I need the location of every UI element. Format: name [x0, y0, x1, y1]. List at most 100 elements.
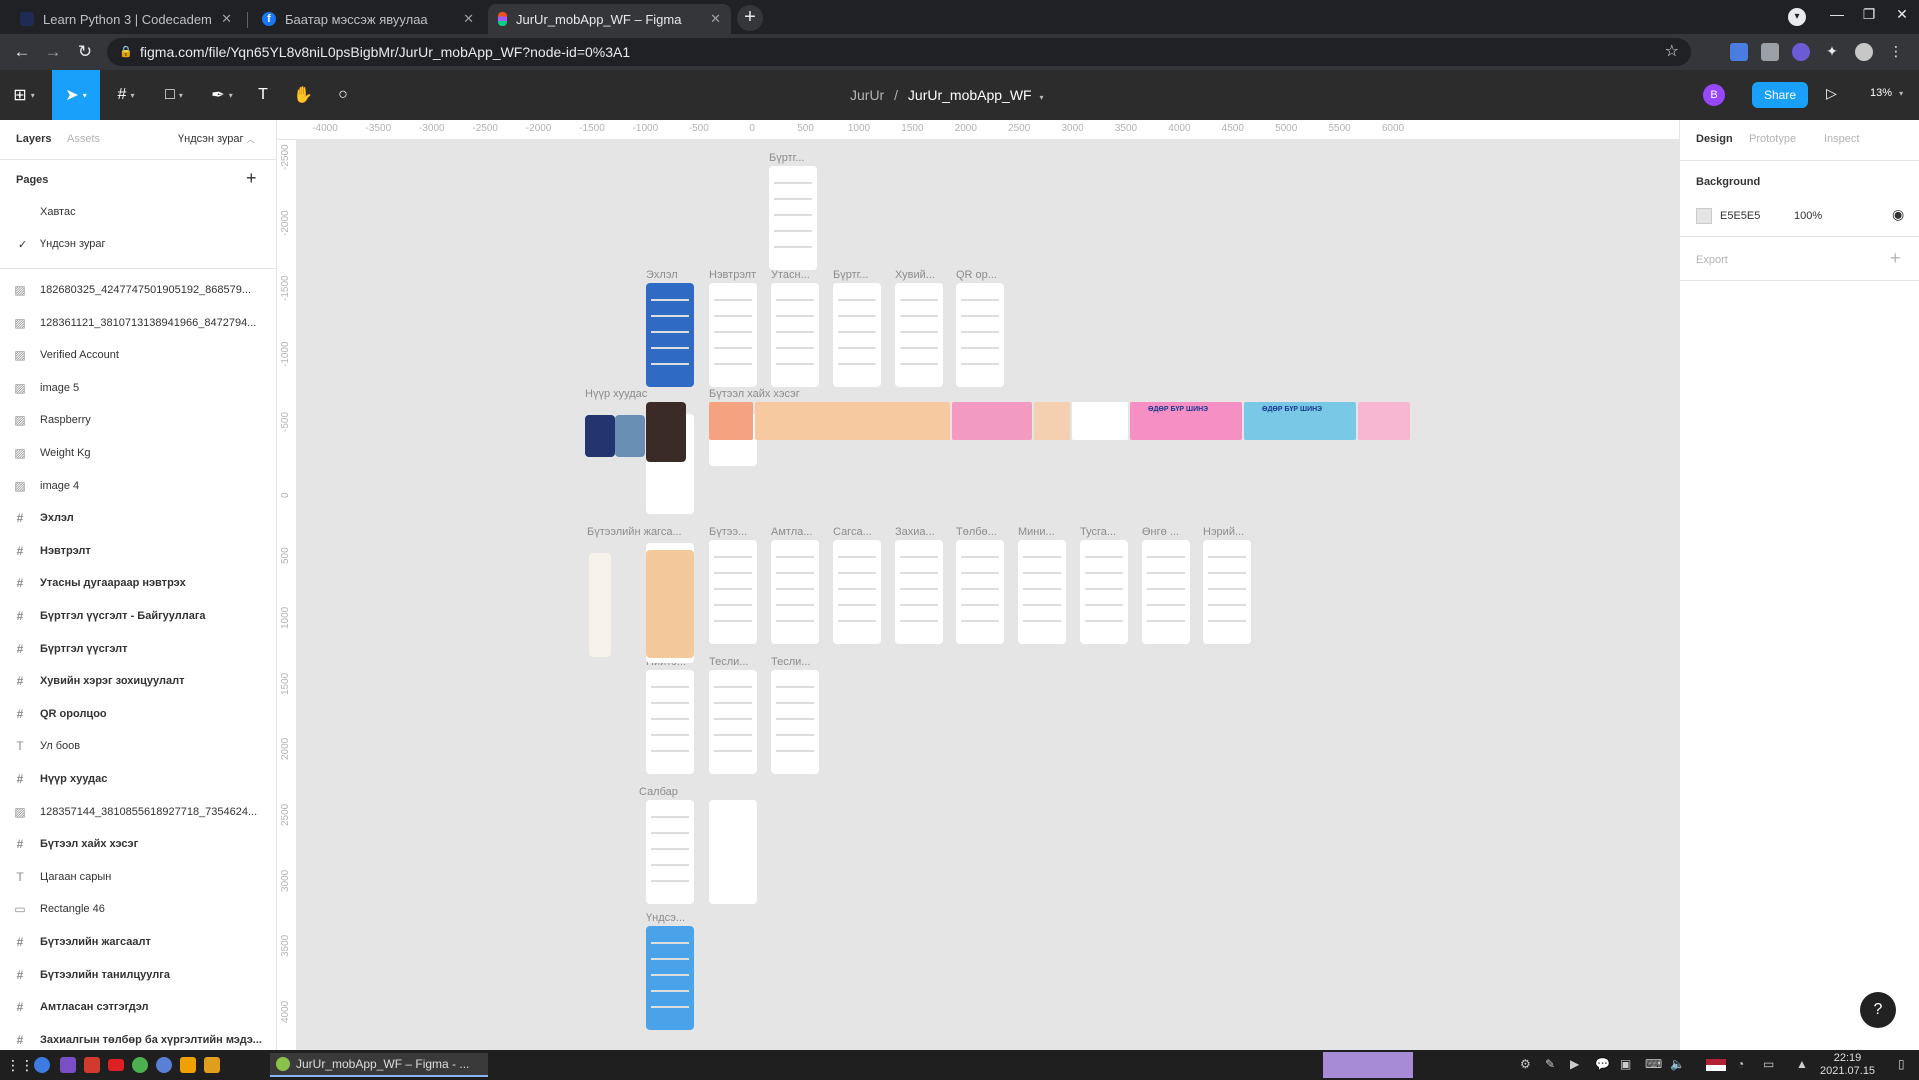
tab-prototype[interactable]: Prototype — [1749, 133, 1796, 145]
screen-frame[interactable] — [771, 540, 819, 644]
screen-frame[interactable] — [709, 670, 757, 774]
gesture-icon[interactable]: ⚙ — [1520, 1057, 1531, 1071]
layer-item[interactable]: # QR оролцоо — [0, 698, 276, 730]
maximize-button[interactable]: ❐ — [1857, 6, 1881, 23]
layer-item[interactable]: ▨ image 4 — [0, 470, 276, 502]
file-breadcrumb[interactable]: JurUr / JurUr_mobApp_WF ▾ — [850, 70, 1044, 120]
present-play-icon[interactable]: ▷ — [1826, 85, 1837, 102]
product-banner-strip[interactable]: ӨДӨР БҮР ШИНЭ — [1244, 402, 1356, 440]
add-page-icon[interactable]: + — [246, 168, 257, 189]
frame-label[interactable]: Бүтээл хайх хэсэг — [709, 388, 800, 400]
layer-item[interactable]: ▨ 128357144_3810855618927718_7354624... — [0, 796, 276, 828]
tab-layers[interactable]: Layers — [16, 133, 51, 145]
product-banner-strip[interactable] — [709, 402, 753, 440]
frame-tool-icon[interactable]: # ▾ — [104, 70, 148, 120]
frame-label[interactable]: Тусга... — [1080, 526, 1116, 538]
screen-frame[interactable] — [1203, 540, 1251, 644]
frame-label[interactable]: Төлбө... — [956, 526, 997, 538]
frame-label[interactable]: Бүтээ... — [709, 526, 747, 538]
design-canvas[interactable]: Бүртг... Эхлэл Нэвтрэлт Утасн... Бүртг... Хув… — [297, 140, 1679, 1050]
media-play-icon[interactable]: ▶ — [1570, 1057, 1579, 1071]
close-tab-icon[interactable]: ✕ — [710, 11, 721, 27]
system-clock[interactable]: 22:19 2021.07.15 — [1820, 1052, 1875, 1078]
pen-icon[interactable]: ✎ — [1545, 1057, 1555, 1071]
back-icon[interactable]: ← — [10, 40, 34, 64]
screen-frame[interactable] — [646, 670, 694, 774]
pdf-reader-icon[interactable] — [84, 1057, 100, 1073]
project-name[interactable]: JurUr — [850, 87, 884, 103]
screen-frame[interactable] — [646, 926, 694, 1030]
layer-item[interactable]: # Бүтээлийн танилцуулга — [0, 959, 276, 991]
product-banner-strip[interactable] — [1358, 402, 1410, 440]
screen-frame[interactable] — [709, 283, 757, 387]
battery-icon[interactable]: ▭ — [1763, 1057, 1774, 1071]
tab-design[interactable]: Design — [1696, 133, 1733, 145]
frame-label[interactable]: Салбар — [639, 786, 678, 798]
frame-label[interactable]: Өнгө ... — [1142, 526, 1179, 538]
background-color-swatch[interactable] — [1696, 208, 1712, 224]
settings-extension-icon[interactable] — [1792, 43, 1810, 61]
product-banner-strip[interactable] — [952, 402, 1032, 440]
layer-item[interactable]: T Ул боов — [0, 730, 276, 762]
screen-frame[interactable] — [895, 540, 943, 644]
frame-label[interactable]: Үндсэ... — [646, 912, 685, 924]
show-desktop-icon[interactable]: ▯ — [1898, 1057, 1905, 1071]
hand-tool-icon[interactable]: ✋ — [288, 70, 318, 120]
tab-assets[interactable]: Assets — [67, 133, 100, 145]
layer-item[interactable]: ▨ image 5 — [0, 372, 276, 404]
share-button[interactable]: Share — [1752, 82, 1808, 108]
screen-frame[interactable] — [769, 166, 817, 270]
screen-frame[interactable] — [895, 283, 943, 387]
image-thumbnail[interactable] — [585, 415, 615, 457]
product-banner-strip[interactable] — [1072, 402, 1128, 440]
figma-main-menu-icon[interactable]: ⊞ ▾ — [0, 70, 48, 120]
layer-item[interactable]: # Бүтээлийн жагсаалт — [0, 926, 276, 958]
translate-extension-icon[interactable] — [1730, 43, 1748, 61]
frame-label[interactable]: Мини... — [1018, 526, 1055, 538]
frame-label[interactable]: Утасн... — [771, 269, 810, 281]
move-tool-icon[interactable]: ➤ ▾ — [52, 70, 100, 120]
file-manager-icon[interactable] — [204, 1057, 220, 1073]
current-page-dropdown[interactable]: Үндсэн зураг ︿ — [178, 133, 255, 145]
comment-tool-icon[interactable]: ○ — [328, 70, 358, 120]
address-bar[interactable]: 🔒 figma.com/file/Yqn65YL8v8niL0psBigbMr/… — [107, 38, 1691, 66]
vscode-icon[interactable] — [156, 1057, 172, 1073]
page-item[interactable]: Хавтас — [40, 206, 76, 218]
layer-item[interactable]: # Амтласан сэтгэгдэл — [0, 991, 276, 1023]
youtube-icon[interactable] — [108, 1059, 124, 1071]
screen-frame[interactable] — [1018, 540, 1066, 644]
frame-label[interactable]: Хувий... — [895, 269, 935, 281]
close-tab-icon[interactable]: ✕ — [221, 11, 232, 27]
frame-label[interactable]: Тесли... — [771, 656, 810, 668]
store-icon[interactable] — [60, 1057, 76, 1073]
shape-tool-icon[interactable]: □ ▾ — [152, 70, 196, 120]
product-banner-strip[interactable] — [1034, 402, 1070, 440]
screen-frame[interactable] — [956, 540, 1004, 644]
user-avatar[interactable]: B — [1703, 84, 1725, 106]
frame-label[interactable]: Сагса... — [833, 526, 872, 538]
image-thumbnail[interactable] — [589, 553, 611, 657]
product-banner-strip[interactable]: ӨДӨР БҮР ШИНЭ — [1130, 402, 1242, 440]
forward-icon[interactable]: → — [41, 40, 65, 64]
product-banner-strip[interactable] — [755, 402, 950, 440]
screen-frame[interactable] — [833, 283, 881, 387]
add-export-icon[interactable]: + — [1890, 248, 1901, 269]
layer-item[interactable]: # Захиалгын төлбөр ба хүргэлтийн мэдэ... — [0, 1024, 276, 1050]
tab-search-icon[interactable]: ▾ — [1788, 8, 1806, 26]
layer-item[interactable]: # Нүүр хуудас — [0, 763, 276, 795]
frame-label[interactable]: Бүтээлийн жагса... — [587, 526, 682, 538]
screen-frame[interactable] — [646, 283, 694, 387]
volume-icon[interactable]: 🔈 — [1670, 1057, 1685, 1071]
tab-facebook[interactable]: f Баатар мэссэж явуулаа ✕ — [252, 4, 484, 34]
frame-label[interactable]: Нэрий... — [1203, 526, 1244, 538]
screen-frame[interactable] — [709, 800, 757, 904]
image-thumbnail[interactable] — [646, 402, 686, 462]
layer-item[interactable]: # Нэвтрэлт — [0, 535, 276, 567]
layer-item[interactable]: # Эхлэл — [0, 502, 276, 534]
tab-inspect[interactable]: Inspect — [1824, 133, 1859, 145]
layer-item[interactable]: # Бүтээл хайх хэсэг — [0, 828, 276, 860]
image-thumbnail[interactable] — [646, 550, 694, 658]
frame-label[interactable]: Бүртг... — [833, 269, 868, 281]
file-name[interactable]: JurUr_mobApp_WF — [908, 87, 1032, 103]
screen-frame[interactable] — [1080, 540, 1128, 644]
